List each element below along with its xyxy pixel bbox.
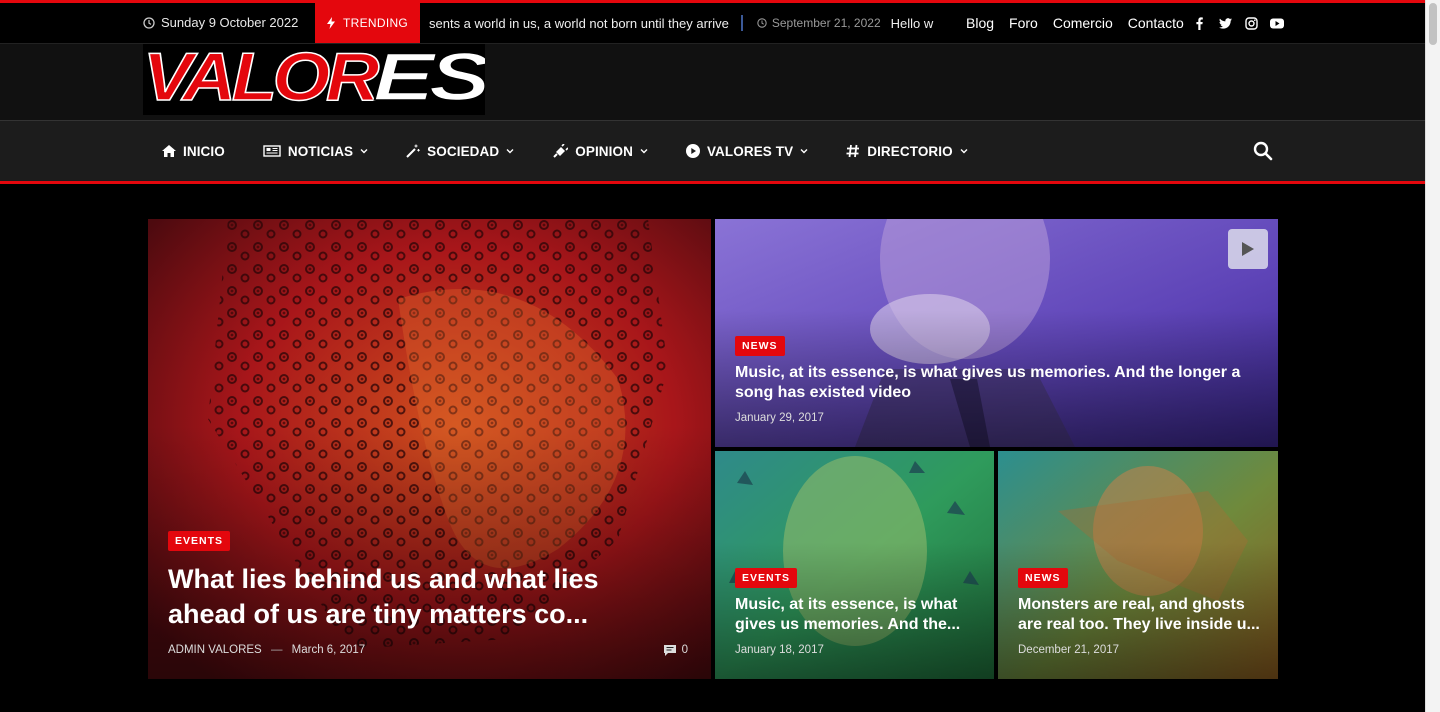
- valores-logo-mark: VALOR ES: [142, 38, 494, 116]
- nav-label: OPINION: [575, 143, 633, 159]
- play-icon: [1242, 242, 1254, 256]
- nav-label: SOCIEDAD: [427, 143, 500, 159]
- youtube-icon[interactable]: [1270, 16, 1284, 30]
- nav-item-noticias[interactable]: NOTICIAS: [263, 144, 368, 159]
- scrollbar-thumb[interactable]: [1429, 3, 1437, 45]
- site-logo[interactable]: VALOR ES: [142, 38, 494, 116]
- ticker-headline-next[interactable]: Hello w: [891, 16, 934, 31]
- current-date: Sunday 9 October 2022: [143, 15, 298, 30]
- category-badge[interactable]: NEWS: [735, 336, 785, 356]
- page-scrollbar[interactable]: [1425, 0, 1440, 712]
- post-author[interactable]: ADMIN VALORES: [168, 644, 262, 656]
- nav-label: VALORES TV: [706, 143, 794, 159]
- featured-post-bottom-left[interactable]: EVENTS Music, at its essence, is what gi…: [715, 451, 994, 679]
- twitter-icon[interactable]: [1218, 16, 1232, 30]
- facebook-icon[interactable]: [1192, 16, 1206, 30]
- category-badge[interactable]: EVENTS: [735, 568, 798, 588]
- top-bar: Sunday 9 October 2022 TRENDING sents a w…: [0, 0, 1425, 44]
- top-menu-comercio[interactable]: Comercio: [1053, 15, 1113, 31]
- category-badge[interactable]: NEWS: [1018, 568, 1068, 588]
- post-date: January 18, 2017: [735, 644, 824, 656]
- post-title[interactable]: Music, at its essence, is what gives us …: [735, 363, 1255, 403]
- top-menu-contacto[interactable]: Contacto: [1128, 15, 1184, 31]
- main-nav: INICIO NOTICIAS SOCIEDAD OPINION VALORES…: [0, 120, 1425, 184]
- ticker-date: September 21, 2022: [757, 16, 881, 30]
- play-circle-icon: [685, 144, 700, 158]
- nav-item-opinion[interactable]: OPINION: [552, 144, 648, 159]
- chevron-down-icon: [800, 149, 808, 154]
- plug-icon: [553, 144, 569, 158]
- post-title[interactable]: What lies behind us and what lies ahead …: [168, 562, 638, 632]
- top-menu: Blog Foro Comercio Contacto: [966, 15, 1184, 31]
- post-title[interactable]: Music, at its essence, is what gives us …: [735, 595, 980, 635]
- newspaper-icon: [263, 145, 281, 157]
- nav-label: DIRECTORIO: [867, 143, 953, 159]
- home-icon: [162, 145, 176, 157]
- ticker-divider: [740, 15, 743, 31]
- site-header: VALOR ES: [0, 38, 1425, 120]
- comment-count-value: 0: [681, 644, 688, 656]
- clock-icon: [143, 16, 155, 29]
- clock-icon: [757, 18, 767, 28]
- top-menu-foro[interactable]: Foro: [1009, 15, 1038, 31]
- date-text: Sunday 9 October 2022: [161, 15, 299, 30]
- category-badge[interactable]: EVENTS: [168, 531, 231, 551]
- comment-count[interactable]: 0: [663, 644, 688, 656]
- social-links: [1192, 16, 1284, 30]
- nav-item-valores-tv[interactable]: VALORES TV: [685, 143, 808, 159]
- search-icon: [1253, 141, 1273, 161]
- trending-badge: TRENDING: [315, 3, 420, 43]
- ticker-headline[interactable]: sents a world in us, a world not born un…: [429, 16, 729, 31]
- news-ticker: sents a world in us, a world not born un…: [429, 3, 945, 43]
- nav-label: NOTICIAS: [287, 143, 354, 159]
- search-button[interactable]: [1253, 141, 1273, 161]
- video-play-button[interactable]: [1228, 229, 1268, 269]
- nav-item-directorio[interactable]: DIRECTORIO: [846, 144, 968, 159]
- chevron-down-icon: [960, 149, 968, 154]
- post-title[interactable]: Monsters are real, and ghosts are real t…: [1018, 595, 1266, 635]
- post-date: March 6, 2017: [291, 644, 366, 656]
- featured-post-bottom-right[interactable]: NEWS Monsters are real, and ghosts are r…: [998, 451, 1278, 679]
- ticker-date-text: September 21, 2022: [771, 16, 881, 30]
- chevron-down-icon: [360, 149, 368, 154]
- comment-icon: [663, 644, 676, 656]
- post-meta: ADMIN VALORES — March 6, 2017 0: [168, 644, 688, 656]
- nav-label: INICIO: [183, 143, 225, 159]
- hashtag-icon: [846, 144, 860, 158]
- magic-wand-icon: [406, 144, 420, 158]
- nav-items: INICIO NOTICIAS SOCIEDAD OPINION VALORES…: [162, 121, 1006, 181]
- featured-post-top-right[interactable]: NEWS Music, at its essence, is what give…: [715, 219, 1278, 447]
- svg-text:VALOR: VALOR: [143, 44, 379, 115]
- featured-post-main[interactable]: EVENTS What lies behind us and what lies…: [148, 219, 711, 679]
- bolt-icon: [327, 17, 335, 29]
- instagram-icon[interactable]: [1244, 16, 1258, 30]
- nav-item-sociedad[interactable]: SOCIEDAD: [406, 144, 514, 159]
- chevron-down-icon: [506, 149, 514, 154]
- svg-text:ES: ES: [373, 44, 485, 115]
- nav-item-inicio[interactable]: INICIO: [162, 144, 225, 159]
- chevron-down-icon: [640, 149, 648, 154]
- meta-separator: —: [270, 644, 283, 656]
- post-date: December 21, 2017: [1018, 644, 1120, 656]
- post-date: January 29, 2017: [735, 412, 824, 424]
- trending-label: TRENDING: [343, 16, 409, 30]
- top-menu-blog[interactable]: Blog: [966, 15, 994, 31]
